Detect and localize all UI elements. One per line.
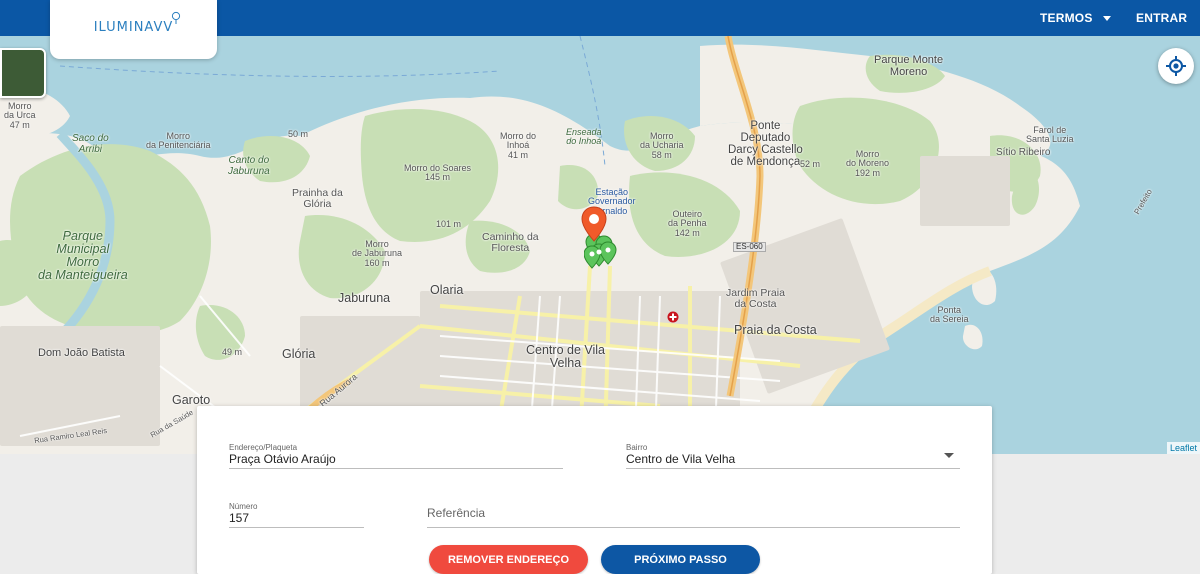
- reference-field[interactable]: Referência: [427, 502, 960, 528]
- map-attribution-link[interactable]: Leaflet: [1166, 442, 1200, 454]
- map-label: Sítio Ribeiro: [996, 147, 1051, 158]
- map-label: Morro de Jaburuna 160 m: [352, 239, 403, 268]
- address-field-value: Praça Otávio Araújo: [229, 452, 336, 466]
- map-label: Caminho da Floresta: [482, 231, 539, 255]
- map-label: Glória: [282, 347, 316, 361]
- number-field-value: 157: [229, 511, 250, 525]
- map-label: Olaria: [430, 283, 464, 297]
- hospital-icon: [667, 311, 679, 323]
- reference-field-placeholder: Referência: [427, 506, 486, 520]
- map-label: Morro do Inhoá 41 m: [500, 131, 537, 160]
- map-label: Centro de Vila Velha: [526, 343, 605, 371]
- map-label: Dom João Batista: [38, 347, 125, 359]
- map-label: 101 m: [436, 219, 462, 229]
- map-view[interactable]: Morro da Urca 47 m Saco do Arribi Morro da P…: [0, 36, 1200, 454]
- number-field-label: Número: [229, 502, 258, 511]
- map-label: Ponte Deputado Darcy Castello de Mendonça: [728, 120, 803, 169]
- map-label: Morro do Soares 145 m: [404, 163, 472, 183]
- number-field[interactable]: Número 157: [229, 502, 364, 528]
- district-select-value: Centro de Vila Velha: [626, 452, 736, 466]
- map-label: Prainha da Glória: [292, 187, 343, 211]
- address-field-label: Endereço/Plaqueta: [229, 443, 298, 452]
- next-step-button[interactable]: PRÓXIMO PASSO: [601, 545, 760, 574]
- map-label: Saco do Arribi: [72, 133, 109, 155]
- lightbulb-icon: [171, 11, 181, 24]
- map-label: Morro da Urca 47 m: [4, 101, 36, 130]
- map-label: 50 m: [288, 129, 309, 139]
- login-link[interactable]: ENTRAR: [1136, 0, 1187, 36]
- map-label: Parque Municipal Morro da Manteigueira: [38, 229, 128, 283]
- crosshair-icon: [1166, 56, 1186, 76]
- map-label: Parque Monte Moreno: [874, 54, 944, 78]
- terms-label: TERMOS: [1040, 11, 1093, 25]
- terms-menu[interactable]: TERMOS: [1040, 0, 1111, 36]
- map-label: Outeiro da Penha 142 m: [668, 209, 707, 238]
- chevron-down-icon: [1102, 15, 1111, 21]
- map-label: 52 m: [800, 159, 821, 169]
- map-label: Ponta da Sereia: [930, 305, 969, 325]
- minimap-toggle[interactable]: [0, 48, 46, 98]
- logo-text: ILUMINAVV: [93, 20, 174, 35]
- dropdown-arrow-icon: [944, 453, 954, 458]
- map-label: Canto do Jaburuna: [228, 155, 270, 177]
- map-label: Jardim Praia da Costa: [726, 287, 785, 311]
- remove-address-button[interactable]: REMOVER ENDEREÇO: [429, 545, 588, 574]
- address-form-card: Endereço/Plaqueta Praça Otávio Araújo Ba…: [197, 406, 992, 574]
- map-label: Farol de Santa Luzia: [1026, 125, 1074, 145]
- locate-me-button[interactable]: [1158, 48, 1194, 84]
- highway-shield: ES-060: [733, 242, 766, 253]
- logo[interactable]: ILUMINAVV: [50, 0, 217, 59]
- map-label: 49 m: [222, 347, 243, 357]
- map-label: Morro do Moreno 192 m: [846, 149, 890, 178]
- selected-location-pin-icon[interactable]: [581, 206, 607, 242]
- address-field[interactable]: Endereço/Plaqueta Praça Otávio Araújo: [229, 443, 563, 469]
- district-select-label: Bairro: [626, 443, 648, 452]
- map-label: Morro da Ucharia 58 m: [640, 131, 684, 160]
- district-select[interactable]: Bairro Centro de Vila Velha: [626, 443, 960, 469]
- map-label: Jaburuna: [338, 291, 391, 305]
- map-label: Morro da Penitenciária: [146, 131, 211, 151]
- map-label: Enseada do Inhoá: [566, 127, 602, 147]
- map-label: Praia da Costa: [734, 323, 817, 337]
